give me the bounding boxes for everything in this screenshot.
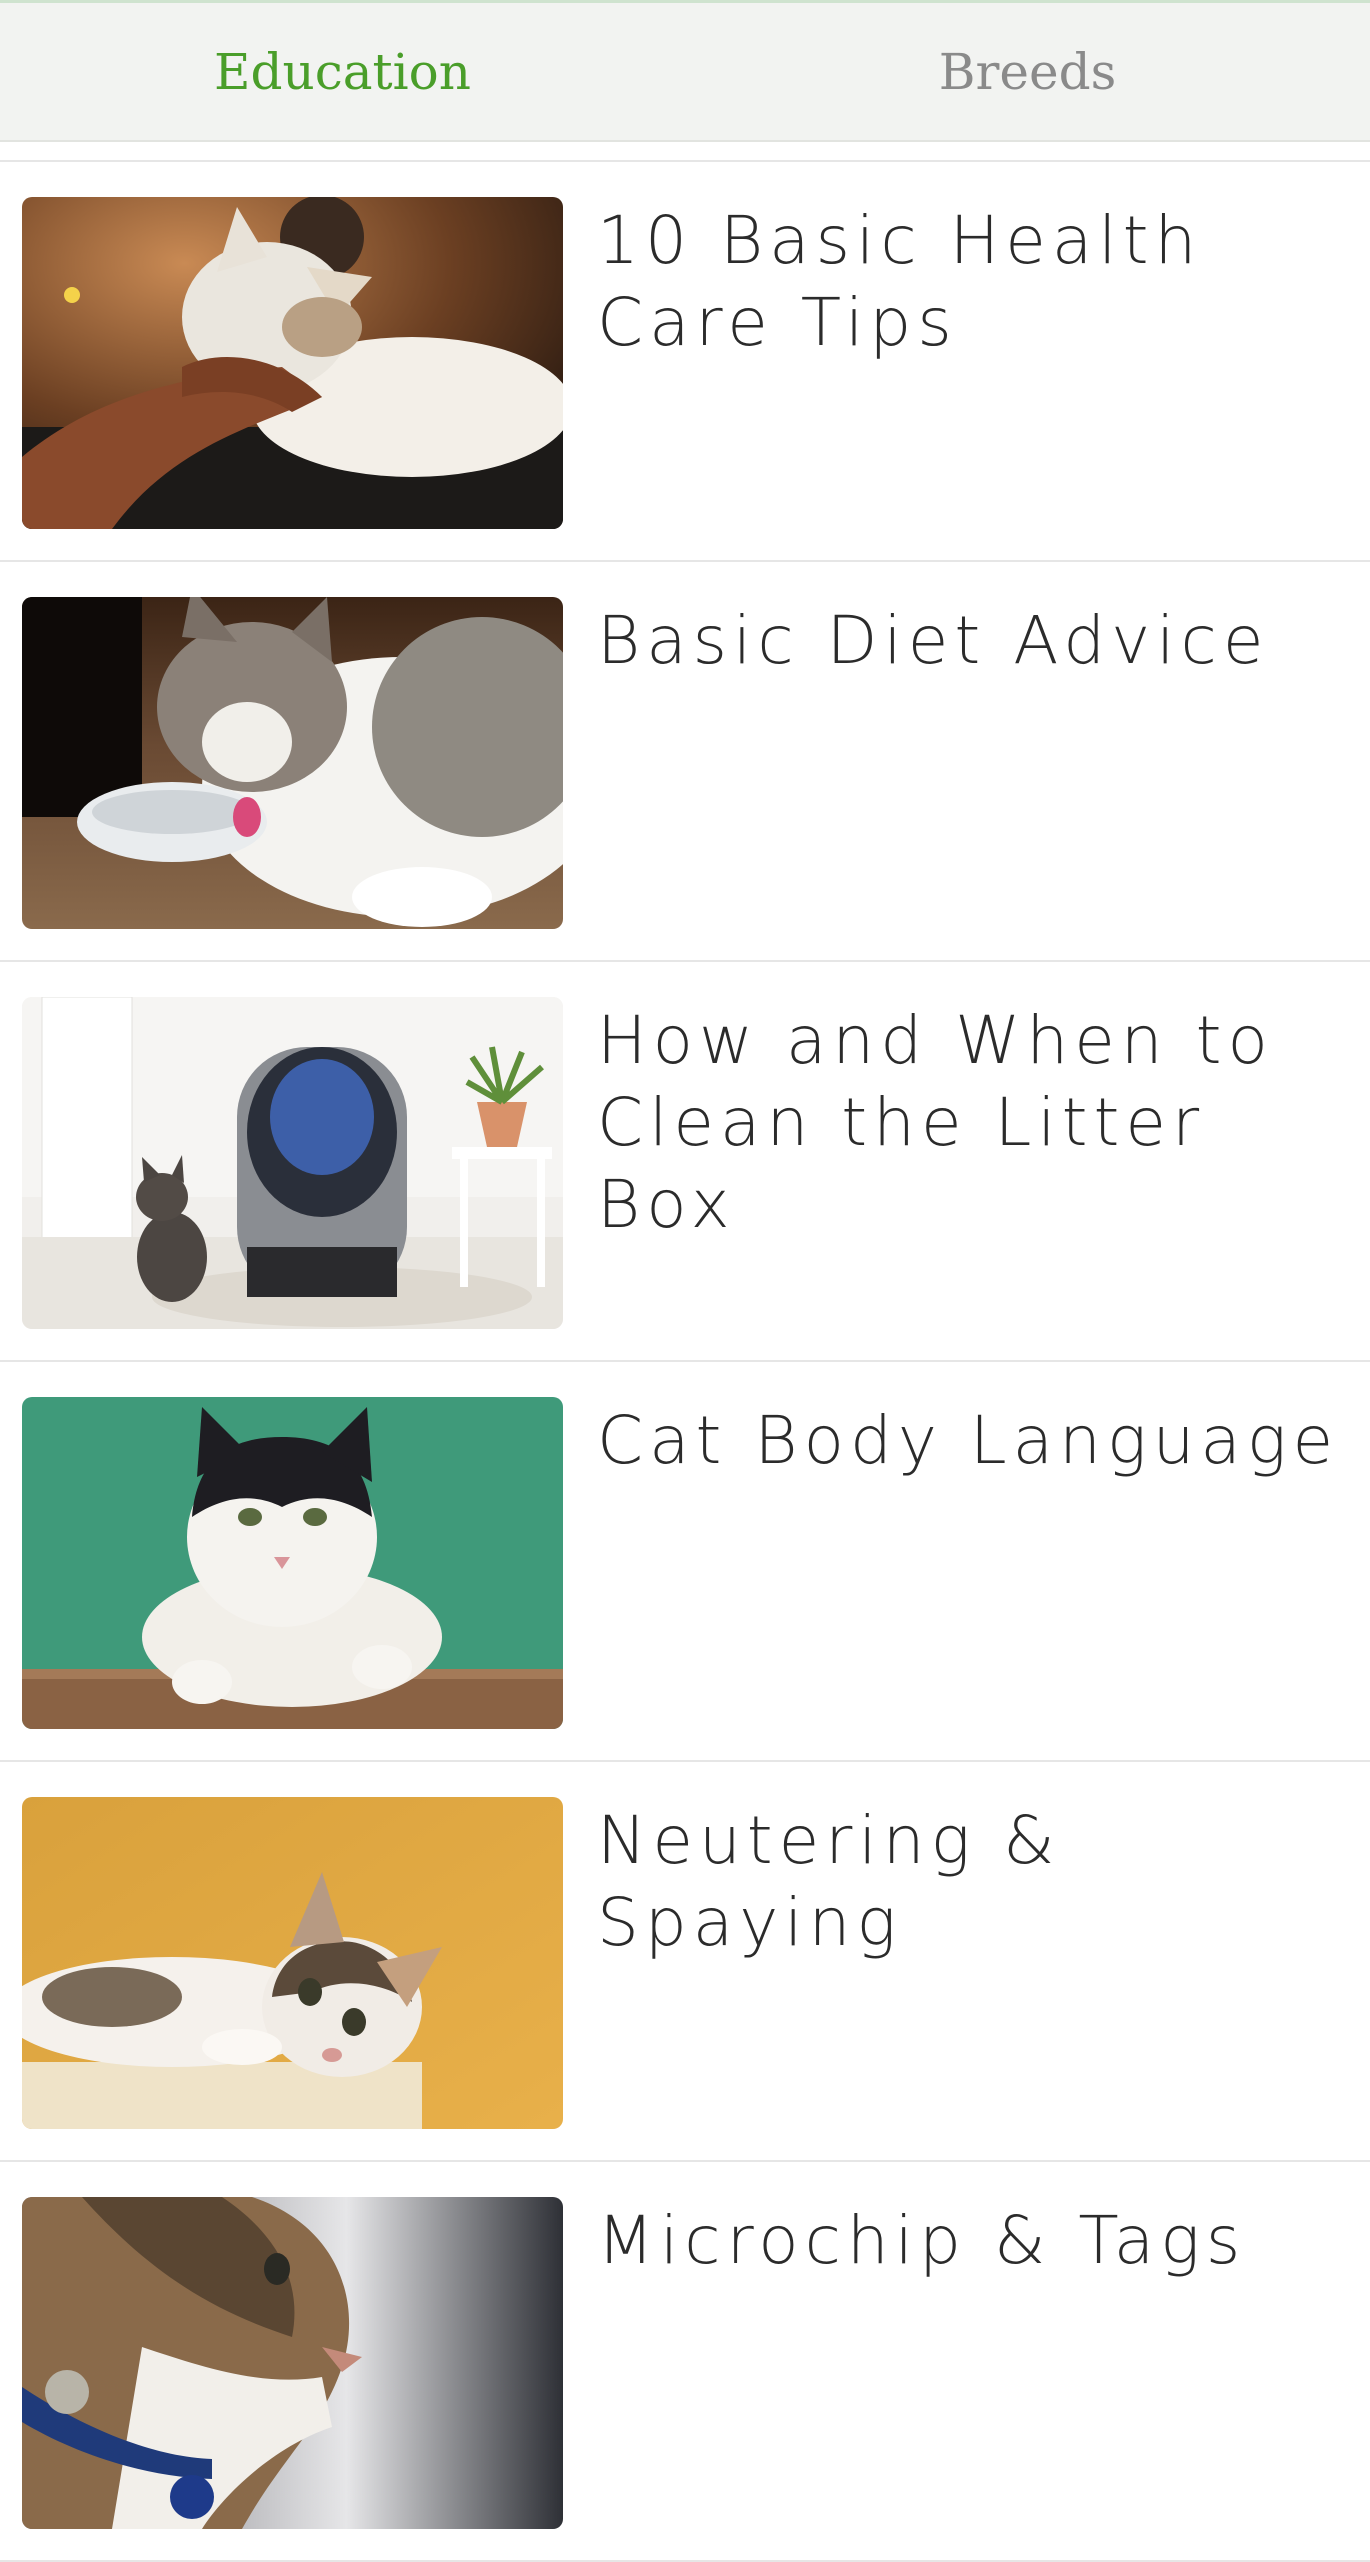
tab-bar: Education Breeds [0,0,1370,142]
article-title: Cat Body Language [597,1402,1340,1479]
tab-breeds[interactable]: Breeds [685,3,1370,140]
article-row-neutering[interactable]: Neutering & Spaying [0,1762,1370,2162]
article-row-body-language[interactable]: Cat Body Language [0,1362,1370,1762]
cat-with-collar-tag-photo [22,2197,563,2529]
article-title: Neutering & Spaying [597,1802,1061,1961]
calico-kitten-photo [22,1797,563,2129]
article-title: How and When to Clean the Litter Box [597,1002,1274,1243]
cat-and-litter-robot-photo [22,997,563,1329]
cat-on-green-background-photo [22,1397,563,1729]
article-list: 10 Basic Health Care Tips Basic Diet Adv… [0,160,1370,2562]
tab-education[interactable]: Education [0,3,685,140]
cat-eating-from-bowl-photo [22,597,563,929]
article-row-litter-box[interactable]: How and When to Clean the Litter Box [0,962,1370,1362]
cat-being-petted-photo [22,197,563,529]
article-row-diet[interactable]: Basic Diet Advice [0,562,1370,962]
article-title: Basic Diet Advice [597,602,1270,679]
article-title: 10 Basic Health Care Tips [597,202,1203,361]
article-row-health-care[interactable]: 10 Basic Health Care Tips [0,162,1370,562]
article-row-microchip[interactable]: Microchip & Tags [0,2162,1370,2562]
article-title: Microchip & Tags [597,2202,1247,2279]
